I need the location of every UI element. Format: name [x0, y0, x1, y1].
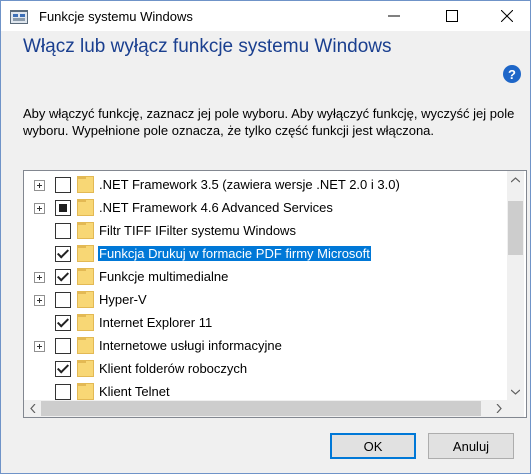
feature-label: Funkcja Drukuj w formacie PDF firmy Micr…	[98, 246, 371, 261]
feature-checkbox[interactable]	[55, 223, 71, 239]
horizontal-scroll-thumb[interactable]	[41, 401, 481, 416]
close-button[interactable]	[484, 1, 530, 31]
ok-button[interactable]: OK	[330, 433, 416, 459]
expand-icon[interactable]	[34, 341, 45, 352]
scroll-right-icon[interactable]	[490, 400, 507, 417]
maximize-button[interactable]	[429, 1, 475, 31]
folder-icon	[77, 337, 94, 354]
expand-icon[interactable]	[34, 203, 45, 214]
expand-icon[interactable]	[34, 295, 45, 306]
folder-icon	[77, 268, 94, 285]
folder-icon	[77, 291, 94, 308]
title-bar[interactable]: Funkcje systemu Windows	[1, 1, 530, 31]
feature-label: .NET Framework 3.5 (zawiera wersje .NET …	[99, 177, 400, 192]
feature-row[interactable]: Internet Explorer 11	[24, 312, 507, 335]
scroll-down-icon[interactable]	[507, 383, 524, 400]
feature-label: Internet Explorer 11	[99, 315, 213, 330]
folder-icon	[77, 360, 94, 377]
feature-checkbox[interactable]	[55, 361, 71, 377]
minimize-button[interactable]	[371, 1, 417, 31]
feature-row[interactable]: Internetowe usługi informacyjne	[24, 335, 507, 358]
feature-row[interactable]: Hyper-V	[24, 289, 507, 312]
feature-row[interactable]: Filtr TIFF IFilter systemu Windows	[24, 220, 507, 243]
feature-row[interactable]: .NET Framework 3.5 (zawiera wersje .NET …	[24, 174, 507, 197]
feature-label: Klient folderów roboczych	[99, 361, 248, 376]
close-icon	[501, 10, 513, 22]
folder-icon	[77, 383, 94, 400]
vertical-scroll-thumb[interactable]	[508, 201, 523, 255]
folder-icon	[77, 222, 94, 239]
feature-checkbox[interactable]	[55, 338, 71, 354]
dialog-window: Funkcje systemu Windows Włącz lub wyłącz…	[0, 0, 531, 474]
windows-features-icon	[10, 10, 28, 24]
maximize-icon	[446, 10, 458, 22]
feature-label: Internetowe usługi informacyjne	[99, 338, 282, 353]
horizontal-scrollbar[interactable]	[24, 400, 507, 417]
folder-icon	[77, 199, 94, 216]
expand-icon[interactable]	[34, 180, 45, 191]
folder-icon	[77, 176, 94, 193]
folder-icon	[77, 245, 94, 262]
cancel-button[interactable]: Anuluj	[428, 433, 514, 459]
page-title: Włącz lub wyłącz funkcje systemu Windows	[23, 36, 392, 57]
feature-row[interactable]: .NET Framework 4.6 Advanced Services	[24, 197, 507, 220]
feature-label: Klient Telnet	[99, 384, 170, 399]
feature-checkbox[interactable]	[55, 200, 71, 216]
scroll-left-icon[interactable]	[24, 400, 41, 417]
scroll-up-icon[interactable]	[507, 171, 524, 188]
feature-checkbox[interactable]	[55, 292, 71, 308]
minimize-icon	[388, 15, 400, 17]
folder-icon	[77, 314, 94, 331]
feature-tree[interactable]: .NET Framework 3.5 (zawiera wersje .NET …	[23, 170, 527, 418]
feature-label: .NET Framework 4.6 Advanced Services	[99, 200, 333, 215]
vertical-scrollbar[interactable]	[507, 171, 524, 400]
description-text: Aby włączyć funkcję, zaznacz jej pole wy…	[23, 106, 515, 138]
feature-label: Hyper-V	[99, 292, 147, 307]
feature-checkbox[interactable]	[55, 384, 71, 400]
feature-label: Funkcje multimedialne	[99, 269, 229, 284]
scrollbar-corner	[507, 400, 524, 417]
help-icon[interactable]: ?	[503, 65, 521, 83]
expand-icon[interactable]	[34, 272, 45, 283]
feature-label: Filtr TIFF IFilter systemu Windows	[99, 223, 296, 238]
feature-row[interactable]: Funkcja Drukuj w formacie PDF firmy Micr…	[24, 243, 507, 266]
feature-checkbox[interactable]	[55, 177, 71, 193]
window-title: Funkcje systemu Windows	[39, 9, 193, 24]
feature-row[interactable]: Klient folderów roboczych	[24, 358, 507, 381]
feature-row[interactable]: Funkcje multimedialne	[24, 266, 507, 289]
feature-checkbox[interactable]	[55, 315, 71, 331]
feature-checkbox[interactable]	[55, 269, 71, 285]
feature-checkbox[interactable]	[55, 246, 71, 262]
